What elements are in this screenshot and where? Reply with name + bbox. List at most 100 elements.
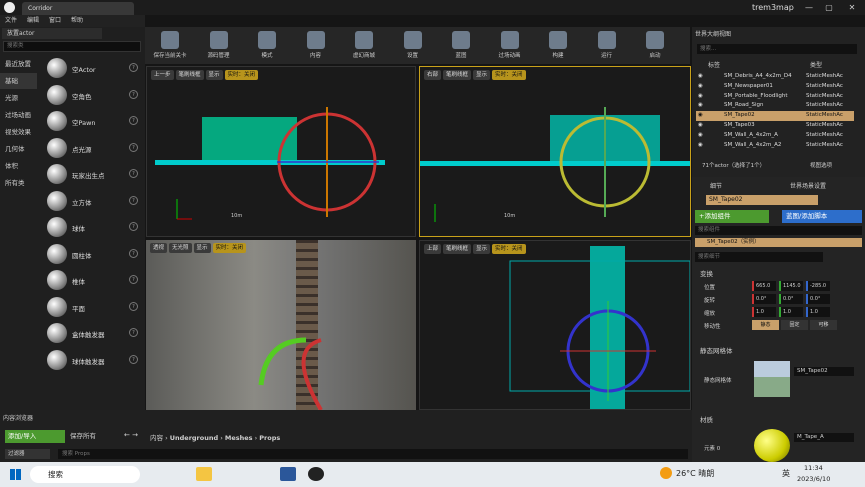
toolbar-button[interactable]: 构建 [535,27,581,64]
view-options-button[interactable]: 视图选项 [810,161,832,169]
static-mesh-picker[interactable]: SM_Tape02 [794,367,854,376]
eye-icon[interactable]: ◉ [698,92,703,101]
scale-field[interactable]: 1.0 [752,307,776,317]
eye-icon[interactable]: ◉ [698,141,703,150]
place-item[interactable]: 球体? [40,215,144,241]
class-search-input[interactable]: 搜索类 [3,41,141,52]
loc-field[interactable]: 1145.0 [779,281,803,291]
add-component-button[interactable]: +添加组件 [695,210,769,223]
maximize-icon[interactable]: ▢ [820,0,838,15]
eye-icon[interactable]: ◉ [698,111,703,120]
world-settings-tab[interactable]: 世界场景设置 [790,181,826,190]
outliner-search-input[interactable]: 搜索... [697,44,857,54]
word-icon[interactable] [280,467,296,481]
transform-section[interactable]: 变换 [700,268,713,278]
viewport-top-right[interactable]: 右部 笔刷线框 显示 实时：关闭 10m [419,66,691,237]
realtime-button[interactable]: 实时：关闭 [212,243,247,253]
eye-icon[interactable]: ◉ [698,82,703,91]
place-item[interactable]: 立方体? [40,189,144,215]
menu-help[interactable]: 帮助 [66,15,88,27]
content-browser-tab[interactable]: 内容浏览器 [3,413,33,422]
show-button[interactable]: 显示 [193,243,211,253]
eye-icon[interactable]: ◉ [698,121,703,130]
scale-field[interactable]: 1.0 [779,307,803,317]
filter-button[interactable]: 过滤器 [5,449,50,459]
rot-field[interactable]: 0.0° [806,294,830,304]
add-import-button[interactable]: 添加/导入 [5,430,65,443]
outliner-row[interactable]: ◉ SM_Wall_A_4x2m_A StaticMeshAc [696,131,854,140]
toolbar-button[interactable]: 启动 [632,27,678,64]
close-icon[interactable]: ✕ [843,0,861,15]
save-all-button[interactable]: 保存所有 [70,430,118,443]
clock-date[interactable]: 2023/6/10 [797,475,830,483]
category-cinematic[interactable]: 过场动画 [0,107,37,123]
help-icon[interactable]: ? [129,328,138,337]
place-actors-tab[interactable]: 放置actor [2,28,102,39]
eye-icon[interactable]: ◉ [698,101,703,110]
place-item[interactable]: 圆柱体? [40,242,144,268]
place-item[interactable]: 盒体触发器? [40,321,144,347]
category-visual-effects[interactable]: 视觉效果 [0,124,37,140]
col-type[interactable]: 类型 [810,60,822,69]
place-item[interactable]: 空Pawn? [40,109,144,135]
blueprint-script-button[interactable]: 蓝图/添加脚本 [782,210,862,223]
loc-field[interactable]: -285.0 [806,281,830,291]
asset-search-input[interactable]: 搜索 Props [58,449,688,459]
eye-icon[interactable]: ◉ [698,131,703,140]
outliner-row[interactable]: ◉ SM_Newspaper01 StaticMeshAc [696,82,854,91]
toolbar-button[interactable]: 源码管理 [196,27,242,64]
actor-name-field[interactable]: SM_Tape02 [706,195,818,205]
material-picker[interactable]: M_Tape_A [794,433,854,442]
category-recent[interactable]: 最近放置 [0,56,37,72]
mobility-option[interactable]: 静态 [752,320,779,330]
place-item[interactable]: 玩家出生点? [40,162,144,188]
taskbar-search[interactable]: 搜索 [30,466,140,483]
help-icon[interactable]: ? [129,89,138,99]
help-icon[interactable]: ? [129,142,138,152]
toolbar-button[interactable]: 设置 [390,27,436,64]
outliner-row[interactable]: ◉ SM_Road_Sign StaticMeshAc [696,101,854,110]
help-icon[interactable]: ? [129,301,138,311]
place-item[interactable]: 空角色? [40,83,144,109]
details-tab[interactable]: 细节 [710,181,722,190]
breadcrumb-item[interactable]: Underground [170,434,218,442]
help-icon[interactable]: ? [129,116,138,125]
component-instance-row[interactable]: SM_Tape02（实例） [695,238,862,247]
outliner-tab[interactable]: 世界大纲视图 [695,29,731,38]
viewport-top-left[interactable]: 上一步 笔刷线框 显示 实时：关闭 10m [146,66,416,237]
viewport-bottom-right[interactable]: 上部 笔刷线框 显示 实时：关闭 [419,240,691,410]
breadcrumb-item[interactable]: Meshes [225,434,253,442]
help-icon[interactable]: ? [129,195,138,205]
category-all-classes[interactable]: 所有类 [0,175,37,191]
viewport-bottom-left[interactable]: 透视 无光照 显示 实时：关闭 [146,240,416,410]
breadcrumb-item[interactable]: Props [259,434,280,442]
place-item[interactable]: 椎体? [40,268,144,294]
mobility-option[interactable]: 可移 [810,320,837,330]
place-item[interactable]: 平面? [40,295,144,321]
toolbar-button[interactable]: 保存当前关卡 [147,27,193,64]
place-item[interactable]: 空Actor? [40,56,144,82]
static-mesh-section[interactable]: 静态网格体 [700,345,733,355]
help-icon[interactable]: ? [129,222,138,231]
weather-text[interactable]: 26°C 晴朗 [676,468,714,479]
input-method-indicator[interactable]: 英 [782,468,790,479]
category-geometry[interactable]: 几何体 [0,141,37,157]
details-search-input[interactable]: 搜索细节 [695,252,823,262]
toolbar-button[interactable]: 蓝图 [438,27,484,64]
rot-field[interactable]: 0.0° [779,294,803,304]
help-icon[interactable]: ? [129,63,138,72]
category-volumes[interactable]: 体积 [0,158,37,174]
menu-file[interactable]: 文件 [0,15,22,27]
outliner-row[interactable]: ◉ SM_Debris_A4_4x2m_D4 StaticMeshAc [696,72,854,81]
level-tab[interactable]: Corridor [22,2,134,15]
view-type-button[interactable]: 透视 [150,243,168,253]
breadcrumb-item[interactable]: 内容 [150,434,163,442]
category-lights[interactable]: 光源 [0,90,37,106]
toolbar-button[interactable]: 运行 [584,27,630,64]
eye-icon[interactable]: ◉ [698,72,703,81]
help-icon[interactable]: ? [129,169,138,178]
unreal-engine-icon[interactable] [308,467,324,481]
outliner-row[interactable]: ◉ SM_Wall_A_4x2m_A2 StaticMeshAc [696,141,854,150]
clock-time[interactable]: 11:34 [804,464,823,472]
outliner-row[interactable]: ◉ SM_Tape03 StaticMeshAc [696,121,854,130]
